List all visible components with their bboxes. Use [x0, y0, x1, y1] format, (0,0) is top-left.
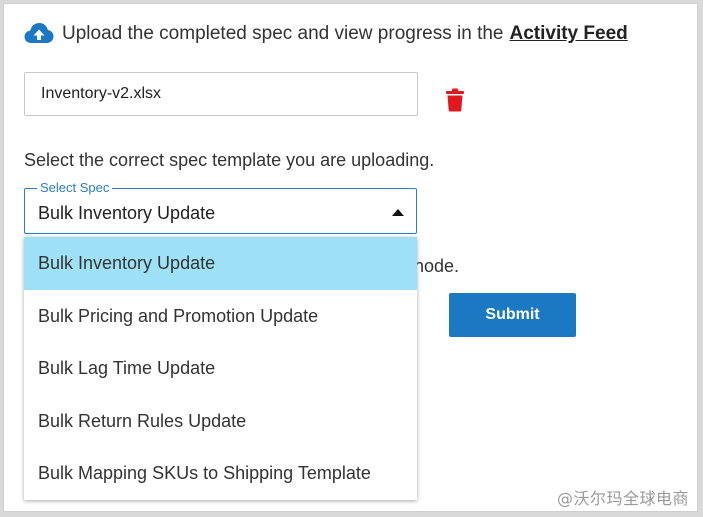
- spec-option[interactable]: Bulk Mapping SKUs to Shipping Template: [24, 447, 417, 500]
- cloud-upload-icon: [24, 22, 54, 46]
- spec-option[interactable]: Bulk Pricing and Promotion Update: [24, 290, 417, 343]
- submit-button[interactable]: Submit: [449, 293, 576, 337]
- watermark: @沃尔玛全球电商: [556, 489, 689, 508]
- uploaded-file-field: Inventory-v2.xlsx: [24, 72, 418, 116]
- select-spec-value: Bulk Inventory Update: [38, 203, 216, 223]
- caret-up-icon: [392, 209, 404, 216]
- obscured-helper-text: node.: [414, 256, 460, 276]
- upload-instruction-row: Upload the completed spec and view progr…: [24, 22, 628, 46]
- select-spec-label: Select Spec: [37, 180, 113, 196]
- spec-template-instruction: Select the correct spec template you are…: [24, 150, 435, 170]
- spec-option[interactable]: Bulk Lag Time Update: [24, 342, 417, 395]
- activity-feed-link[interactable]: Activity Feed: [509, 23, 627, 45]
- spec-options-menu: Bulk Inventory Update Bulk Pricing and P…: [24, 237, 417, 500]
- trash-icon[interactable]: [445, 88, 465, 117]
- upload-instruction-text: Upload the completed spec and view progr…: [62, 23, 504, 44]
- spec-option[interactable]: Bulk Return Rules Update: [24, 395, 417, 448]
- spec-option[interactable]: Bulk Inventory Update: [24, 237, 417, 290]
- file-name: Inventory-v2.xlsx: [41, 85, 162, 102]
- select-spec-dropdown[interactable]: Select Spec Bulk Inventory Update: [24, 180, 417, 234]
- upload-panel: Upload the completed spec and view progr…: [3, 3, 698, 512]
